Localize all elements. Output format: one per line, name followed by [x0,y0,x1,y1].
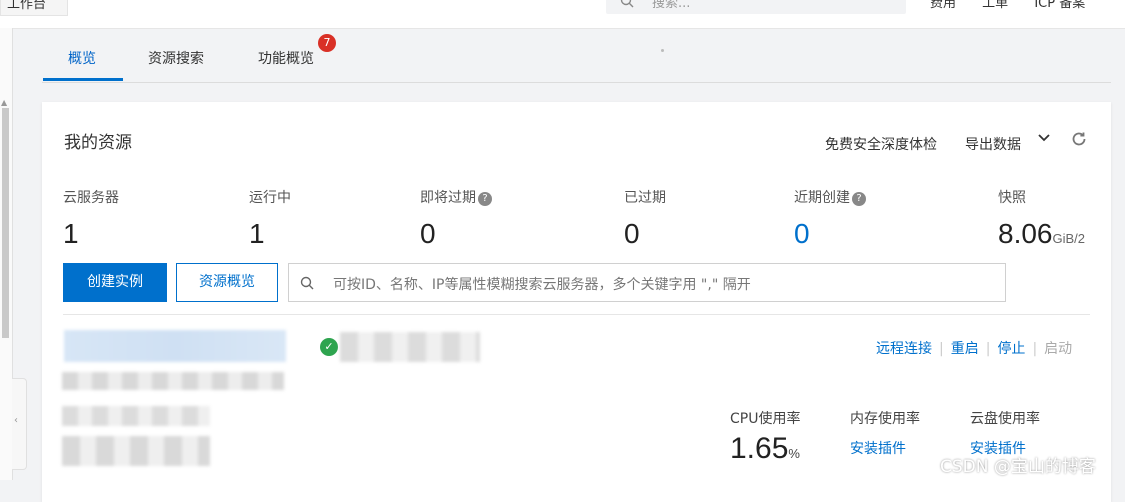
running-status-icon: ✓ [320,338,338,356]
stat-label-recent-text: 近期创建 [794,190,850,206]
help-icon[interactable]: ? [478,192,492,206]
watermark: CSDN @宝山的博客 [940,457,1096,477]
instance-search-input[interactable]: 可按ID、名称、IP等属性模糊搜索云服务器，多个关键字用 "," 隔开 [288,263,1006,302]
header-link-fees[interactable]: 费用 [930,0,956,11]
chevron-down-icon[interactable] [1036,130,1052,146]
masked-instance-name[interactable] [64,330,286,362]
tab-overview[interactable]: 概览 [68,48,96,68]
stat-label-expiring: 即将过期? [420,187,492,207]
masked-instance-ip [62,406,210,426]
stat-value-recent[interactable]: 0 [794,218,810,250]
tab-bar: 概览 资源搜索 功能概览 [42,30,1111,83]
stat-label-expiring-text: 即将过期 [420,190,476,206]
header-link-icp[interactable]: ICP 备案 [1034,0,1085,11]
stop-link[interactable]: 停止 [997,341,1025,357]
masked-instance-status [340,332,480,362]
search-icon [620,0,634,8]
my-resources-card: 我的资源 免费安全深度体检 导出数据 云服务器 运行中 即将过期? 已过期 近期… [42,102,1111,502]
start-link[interactable]: 启动 [1044,341,1072,357]
action-separator: | [1032,341,1038,357]
export-data-dropdown[interactable]: 导出数据 [965,134,1021,154]
resource-overview-button[interactable]: 资源概览 [176,263,278,302]
notification-badge: 7 [318,34,336,52]
search-icon [300,276,314,290]
cpu-usage-unit: % [788,446,800,461]
masked-instance-spec [62,436,210,466]
sidebar-collapse-handle[interactable]: ‹ [12,378,27,470]
divider [63,314,1090,315]
workspace-button[interactable]: 工作台 [0,0,68,16]
scrollbar-thumb[interactable] [2,108,9,338]
card-title: 我的资源 [64,133,132,153]
decorative-dot [661,49,664,52]
tab-resource-search[interactable]: 资源搜索 [148,48,204,68]
active-tab-indicator [43,78,123,81]
cpu-usage-label: CPU使用率 [730,411,801,427]
remote-connect-link[interactable]: 远程连接 [876,341,932,357]
restart-link[interactable]: 重启 [951,341,979,357]
tab-feature-overview[interactable]: 功能概览 [258,48,314,68]
cpu-usage-value: 1.65% [730,432,800,466]
header-right-nav: 费用 工单 ICP 备案 [930,0,1107,11]
help-icon[interactable]: ? [852,192,866,206]
refresh-icon[interactable] [1070,130,1088,148]
stat-label-snapshot: 快照 [998,190,1026,206]
cpu-usage-number: 1.65 [730,432,789,465]
scroll-up-icon[interactable]: ▲ [1,98,7,107]
create-instance-button[interactable]: 创建实例 [63,263,167,302]
stat-value-ecs[interactable]: 1 [63,218,79,250]
stat-label-expired: 已过期 [624,190,666,206]
action-separator: | [939,341,944,357]
memory-install-plugin-link[interactable]: 安装插件 [850,438,906,458]
global-search-placeholder: 搜索... [652,0,691,11]
stat-label-running: 运行中 [249,190,291,206]
snapshot-number: 8.06 [998,218,1053,249]
memory-usage-label: 内存使用率 [850,411,920,427]
stat-value-snapshot[interactable]: 8.06GiB/2 [998,218,1085,250]
stat-value-expired[interactable]: 0 [624,218,640,250]
snapshot-unit: GiB/2 [1052,231,1086,246]
instance-search-placeholder: 可按ID、名称、IP等属性模糊搜索云服务器，多个关键字用 "," 隔开 [333,277,751,293]
stat-value-running[interactable]: 1 [249,218,265,250]
top-header: 工作台 搜索... 费用 工单 ICP 备案 [0,0,1125,29]
action-separator: | [985,341,991,357]
stat-label-recent: 近期创建? [794,187,866,207]
masked-instance-id [62,372,284,390]
header-link-tickets[interactable]: 工单 [982,0,1008,11]
free-security-check-link[interactable]: 免费安全深度体检 [825,134,937,154]
chevron-left-icon: ‹ [14,415,18,426]
stat-value-expiring[interactable]: 0 [420,218,436,250]
stat-label-ecs: 云服务器 [63,190,119,206]
instance-actions: 远程连接 | 重启 | 停止 | 启动 [876,338,1072,358]
global-search-input[interactable]: 搜索... [606,0,906,14]
disk-usage-label: 云盘使用率 [970,411,1040,427]
